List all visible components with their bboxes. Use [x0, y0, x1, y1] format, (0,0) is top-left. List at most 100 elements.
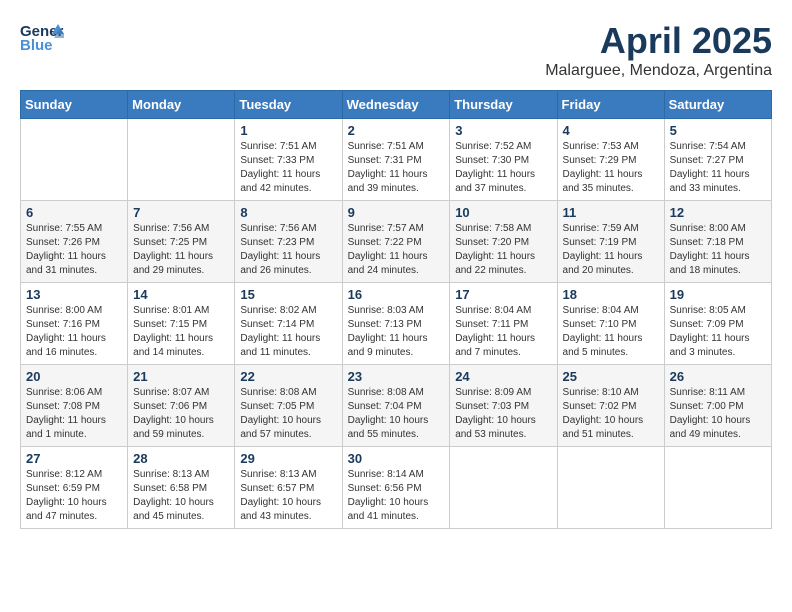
calendar-cell — [128, 119, 235, 201]
day-info: Sunrise: 8:04 AM Sunset: 7:10 PM Dayligh… — [563, 304, 659, 360]
calendar-cell: 21Sunrise: 8:07 AM Sunset: 7:06 PM Dayli… — [128, 365, 235, 447]
day-info: Sunrise: 7:53 AM Sunset: 7:29 PM Dayligh… — [563, 140, 659, 196]
calendar-cell: 5Sunrise: 7:54 AM Sunset: 7:27 PM Daylig… — [664, 119, 771, 201]
day-number: 28 — [133, 451, 229, 466]
calendar-table: SundayMondayTuesdayWednesdayThursdayFrid… — [20, 90, 772, 529]
day-info: Sunrise: 7:59 AM Sunset: 7:19 PM Dayligh… — [563, 222, 659, 278]
calendar-cell: 7Sunrise: 7:56 AM Sunset: 7:25 PM Daylig… — [128, 201, 235, 283]
calendar-cell — [664, 447, 771, 529]
day-number: 6 — [26, 205, 122, 220]
day-number: 27 — [26, 451, 122, 466]
month-title: April 2025 — [545, 20, 772, 62]
day-number: 10 — [455, 205, 551, 220]
day-number: 17 — [455, 287, 551, 302]
day-info: Sunrise: 7:54 AM Sunset: 7:27 PM Dayligh… — [670, 140, 766, 196]
day-number: 8 — [240, 205, 336, 220]
calendar-week-row: 13 Sunrise: 8:00 AM Sunset: 7:16 PM Dayli… — [21, 283, 772, 365]
day-info: Sunrise: 8:07 AM Sunset: 7:06 PM Dayligh… — [133, 386, 229, 442]
day-number: 4 — [563, 123, 659, 138]
calendar-cell: 6 Sunrise: 7:55 AM Sunset: 7:26 PM Daylig… — [21, 201, 128, 283]
day-info: Sunrise: 7:57 AM Sunset: 7:22 PM Dayligh… — [348, 222, 445, 278]
day-info: Sunrise: 8:03 AM Sunset: 7:13 PM Dayligh… — [348, 304, 445, 360]
calendar-cell: 10 Sunrise: 7:58 AM Sunset: 7:20 PM Dayli… — [450, 201, 557, 283]
day-number: 25 — [563, 369, 659, 384]
weekday-header: Wednesday — [342, 91, 450, 119]
day-info: Sunrise: 7:58 AM Sunset: 7:20 PM Dayligh… — [455, 222, 551, 278]
day-info: Sunrise: 8:00 AM Sunset: 7:18 PM Dayligh… — [670, 222, 766, 278]
calendar-cell: 3 Sunrise: 7:52 AM Sunset: 7:30 PM Daylig… — [450, 119, 557, 201]
day-number: 19 — [670, 287, 766, 302]
calendar-cell: 2Sunrise: 7:51 AM Sunset: 7:31 PM Daylig… — [342, 119, 450, 201]
calendar-cell: 11 Sunrise: 7:59 AM Sunset: 7:19 PM Dayli… — [557, 201, 664, 283]
day-number: 12 — [670, 205, 766, 220]
calendar-cell: 18 Sunrise: 8:04 AM Sunset: 7:10 PM Dayli… — [557, 283, 664, 365]
page-header: General Blue April 2025 Malarguee, Mendo… — [20, 20, 772, 80]
calendar-cell: 22 Sunrise: 8:08 AM Sunset: 7:05 PM Dayli… — [235, 365, 342, 447]
day-info: Sunrise: 8:13 AM Sunset: 6:58 PM Dayligh… — [133, 468, 229, 524]
calendar-cell: 29 Sunrise: 8:13 AM Sunset: 6:57 PM Dayli… — [235, 447, 342, 529]
calendar-cell: 25 Sunrise: 8:10 AM Sunset: 7:02 PM Dayli… — [557, 365, 664, 447]
calendar-cell: 17 Sunrise: 8:04 AM Sunset: 7:11 PM Dayli… — [450, 283, 557, 365]
day-number: 3 — [455, 123, 551, 138]
calendar-cell: 19Sunrise: 8:05 AM Sunset: 7:09 PM Dayli… — [664, 283, 771, 365]
calendar-cell: 20 Sunrise: 8:06 AM Sunset: 7:08 PM Dayli… — [21, 365, 128, 447]
day-number: 22 — [240, 369, 336, 384]
svg-text:Blue: Blue — [20, 37, 53, 54]
day-info: Sunrise: 7:51 AM Sunset: 7:33 PM Dayligh… — [240, 140, 336, 196]
calendar-cell: 28 Sunrise: 8:13 AM Sunset: 6:58 PM Dayli… — [128, 447, 235, 529]
calendar-week-row: 6 Sunrise: 7:55 AM Sunset: 7:26 PM Daylig… — [21, 201, 772, 283]
calendar-cell: 14Sunrise: 8:01 AM Sunset: 7:15 PM Dayli… — [128, 283, 235, 365]
calendar-cell: 16 Sunrise: 8:03 AM Sunset: 7:13 PM Dayli… — [342, 283, 450, 365]
calendar-cell: 13 Sunrise: 8:00 AM Sunset: 7:16 PM Dayli… — [21, 283, 128, 365]
weekday-header: Thursday — [450, 91, 557, 119]
day-number: 30 — [348, 451, 445, 466]
calendar-cell: 8 Sunrise: 7:56 AM Sunset: 7:23 PM Daylig… — [235, 201, 342, 283]
weekday-header: Tuesday — [235, 91, 342, 119]
weekday-header: Saturday — [664, 91, 771, 119]
day-number: 15 — [240, 287, 336, 302]
logo-icon: General Blue — [20, 20, 64, 61]
day-number: 20 — [26, 369, 122, 384]
day-number: 29 — [240, 451, 336, 466]
location-subtitle: Malarguee, Mendoza, Argentina — [545, 62, 772, 80]
day-info: Sunrise: 8:14 AM Sunset: 6:56 PM Dayligh… — [348, 468, 445, 524]
weekday-header: Monday — [128, 91, 235, 119]
day-number: 26 — [670, 369, 766, 384]
calendar-cell — [557, 447, 664, 529]
calendar-cell: 1 Sunrise: 7:51 AM Sunset: 7:33 PM Daylig… — [235, 119, 342, 201]
calendar-header-row: SundayMondayTuesdayWednesdayThursdayFrid… — [21, 91, 772, 119]
calendar-cell: 26 Sunrise: 8:11 AM Sunset: 7:00 PM Dayli… — [664, 365, 771, 447]
title-area: April 2025 Malarguee, Mendoza, Argentina — [545, 20, 772, 80]
calendar-cell: 4 Sunrise: 7:53 AM Sunset: 7:29 PM Daylig… — [557, 119, 664, 201]
day-info: Sunrise: 8:09 AM Sunset: 7:03 PM Dayligh… — [455, 386, 551, 442]
day-number: 13 — [26, 287, 122, 302]
day-info: Sunrise: 7:52 AM Sunset: 7:30 PM Dayligh… — [455, 140, 551, 196]
day-info: Sunrise: 8:13 AM Sunset: 6:57 PM Dayligh… — [240, 468, 336, 524]
day-number: 16 — [348, 287, 445, 302]
calendar-cell: 24 Sunrise: 8:09 AM Sunset: 7:03 PM Dayli… — [450, 365, 557, 447]
day-number: 11 — [563, 205, 659, 220]
day-number: 18 — [563, 287, 659, 302]
day-info: Sunrise: 7:56 AM Sunset: 7:23 PM Dayligh… — [240, 222, 336, 278]
day-info: Sunrise: 7:55 AM Sunset: 7:26 PM Dayligh… — [26, 222, 122, 278]
day-number: 14 — [133, 287, 229, 302]
day-info: Sunrise: 8:10 AM Sunset: 7:02 PM Dayligh… — [563, 386, 659, 442]
calendar-cell: 30 Sunrise: 8:14 AM Sunset: 6:56 PM Dayli… — [342, 447, 450, 529]
calendar-week-row: 1 Sunrise: 7:51 AM Sunset: 7:33 PM Daylig… — [21, 119, 772, 201]
day-info: Sunrise: 8:02 AM Sunset: 7:14 PM Dayligh… — [240, 304, 336, 360]
calendar-week-row: 27Sunrise: 8:12 AM Sunset: 6:59 PM Dayli… — [21, 447, 772, 529]
day-info: Sunrise: 8:11 AM Sunset: 7:00 PM Dayligh… — [670, 386, 766, 442]
day-number: 9 — [348, 205, 445, 220]
weekday-header: Friday — [557, 91, 664, 119]
weekday-header: Sunday — [21, 91, 128, 119]
day-number: 1 — [240, 123, 336, 138]
day-info: Sunrise: 8:08 AM Sunset: 7:05 PM Dayligh… — [240, 386, 336, 442]
logo: General Blue — [20, 20, 64, 61]
calendar-cell: 23Sunrise: 8:08 AM Sunset: 7:04 PM Dayli… — [342, 365, 450, 447]
day-number: 24 — [455, 369, 551, 384]
day-info: Sunrise: 8:04 AM Sunset: 7:11 PM Dayligh… — [455, 304, 551, 360]
day-number: 2 — [348, 123, 445, 138]
calendar-cell — [21, 119, 128, 201]
day-info: Sunrise: 8:06 AM Sunset: 7:08 PM Dayligh… — [26, 386, 122, 442]
day-info: Sunrise: 8:00 AM Sunset: 7:16 PM Dayligh… — [26, 304, 122, 360]
